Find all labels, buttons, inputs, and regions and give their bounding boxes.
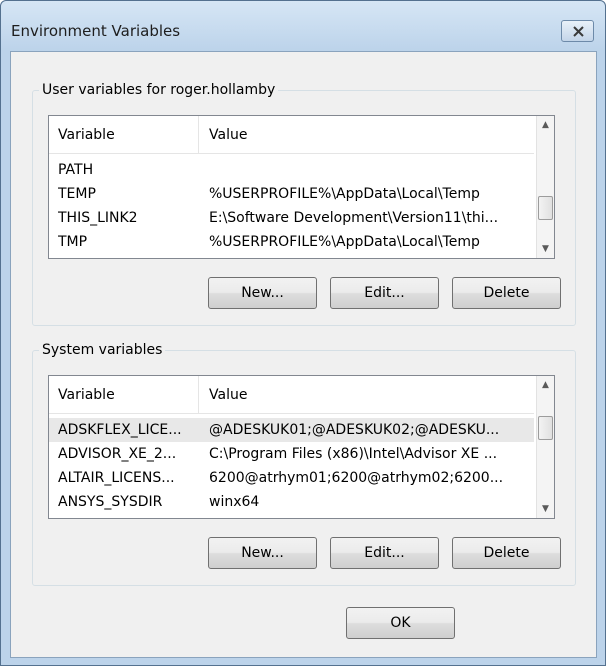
variable-name: TMP — [58, 234, 88, 250]
column-header-value[interactable]: Value — [200, 376, 534, 414]
title-bar: Environment Variables — [1, 1, 605, 51]
list-header: Variable Value — [49, 376, 534, 414]
variable-value: %USERPROFILE%\AppData\Local\Temp — [209, 234, 480, 250]
system-variables-list[interactable]: Variable Value ADSKFLEX_LICE... @ADESKUK… — [48, 375, 555, 519]
system-edit-button[interactable]: Edit... — [330, 537, 439, 569]
list-item[interactable]: ANSYS_SYSDIR winx64 — [49, 490, 534, 514]
variable-name: ANSYS_SYSDIR — [58, 494, 163, 510]
scroll-up-arrow-icon[interactable]: ▲ — [537, 116, 554, 134]
list-item[interactable]: TEMP %USERPROFILE%\AppData\Local\Temp — [49, 182, 534, 206]
system-variables-label: System variables — [39, 341, 166, 359]
scroll-thumb[interactable] — [538, 416, 553, 440]
column-header-variable[interactable]: Variable — [49, 116, 199, 154]
close-button[interactable] — [561, 20, 594, 42]
user-variables-list[interactable]: Variable Value PATH TEMP %USERPROFILE%\A… — [48, 115, 555, 259]
column-header-value[interactable]: Value — [200, 116, 534, 154]
system-delete-button[interactable]: Delete — [452, 537, 561, 569]
window-title: Environment Variables — [11, 22, 181, 40]
variable-value: E:\Software Development\Version11\thi... — [209, 210, 499, 226]
user-delete-button[interactable]: Delete — [452, 277, 561, 309]
list-item[interactable]: THIS_LINK2 E:\Software Development\Versi… — [49, 206, 534, 230]
variable-name: ADSKFLEX_LICE... — [58, 422, 182, 438]
variable-name: ADVISOR_XE_2... — [58, 446, 177, 462]
variable-value: winx64 — [209, 494, 260, 510]
list-item[interactable]: ALTAIR_LICENS... 6200@atrhym01;6200@atrh… — [49, 466, 534, 490]
variable-name: PATH — [58, 162, 94, 178]
list-item[interactable]: ADVISOR_XE_2... C:\Program Files (x86)\I… — [49, 442, 534, 466]
list-item[interactable]: TMP %USERPROFILE%\AppData\Local\Temp — [49, 230, 534, 254]
ok-button[interactable]: OK — [346, 607, 455, 639]
user-variables-label: User variables for roger.hollamby — [39, 81, 279, 99]
scroll-down-arrow-icon[interactable]: ▼ — [537, 240, 554, 258]
environment-variables-dialog: Environment Variables User variables for… — [0, 0, 606, 666]
scroll-thumb[interactable] — [538, 196, 553, 220]
list-header: Variable Value — [49, 116, 534, 154]
user-new-button[interactable]: New... — [208, 277, 317, 309]
vertical-scrollbar[interactable]: ▲ ▼ — [536, 116, 554, 258]
variable-value: @ADESKUK01;@ADESKUK02;@ADESKU... — [209, 422, 500, 438]
user-edit-button[interactable]: Edit... — [330, 277, 439, 309]
variable-name: TEMP — [58, 186, 96, 202]
list-item[interactable]: PATH — [49, 158, 534, 182]
variable-value: 6200@atrhym01;6200@atrhym02;6200... — [209, 470, 504, 486]
dialog-body: User variables for roger.hollamby Variab… — [10, 51, 597, 658]
close-icon — [573, 26, 584, 37]
column-header-variable[interactable]: Variable — [49, 376, 199, 414]
vertical-scrollbar[interactable]: ▲ ▼ — [536, 376, 554, 518]
variable-value: %USERPROFILE%\AppData\Local\Temp — [209, 186, 480, 202]
variable-value: C:\Program Files (x86)\Intel\Advisor XE … — [209, 446, 498, 462]
variable-name: THIS_LINK2 — [58, 210, 138, 226]
list-item[interactable]: ADSKFLEX_LICE... @ADESKUK01;@ADESKUK02;@… — [49, 418, 534, 442]
variable-name: ALTAIR_LICENS... — [58, 470, 175, 486]
system-new-button[interactable]: New... — [208, 537, 317, 569]
user-variables-group: User variables for roger.hollamby Variab… — [32, 81, 576, 326]
system-variables-group: System variables Variable Value ADSKFLEX… — [32, 341, 576, 586]
scroll-up-arrow-icon[interactable]: ▲ — [537, 376, 554, 394]
scroll-down-arrow-icon[interactable]: ▼ — [537, 500, 554, 518]
